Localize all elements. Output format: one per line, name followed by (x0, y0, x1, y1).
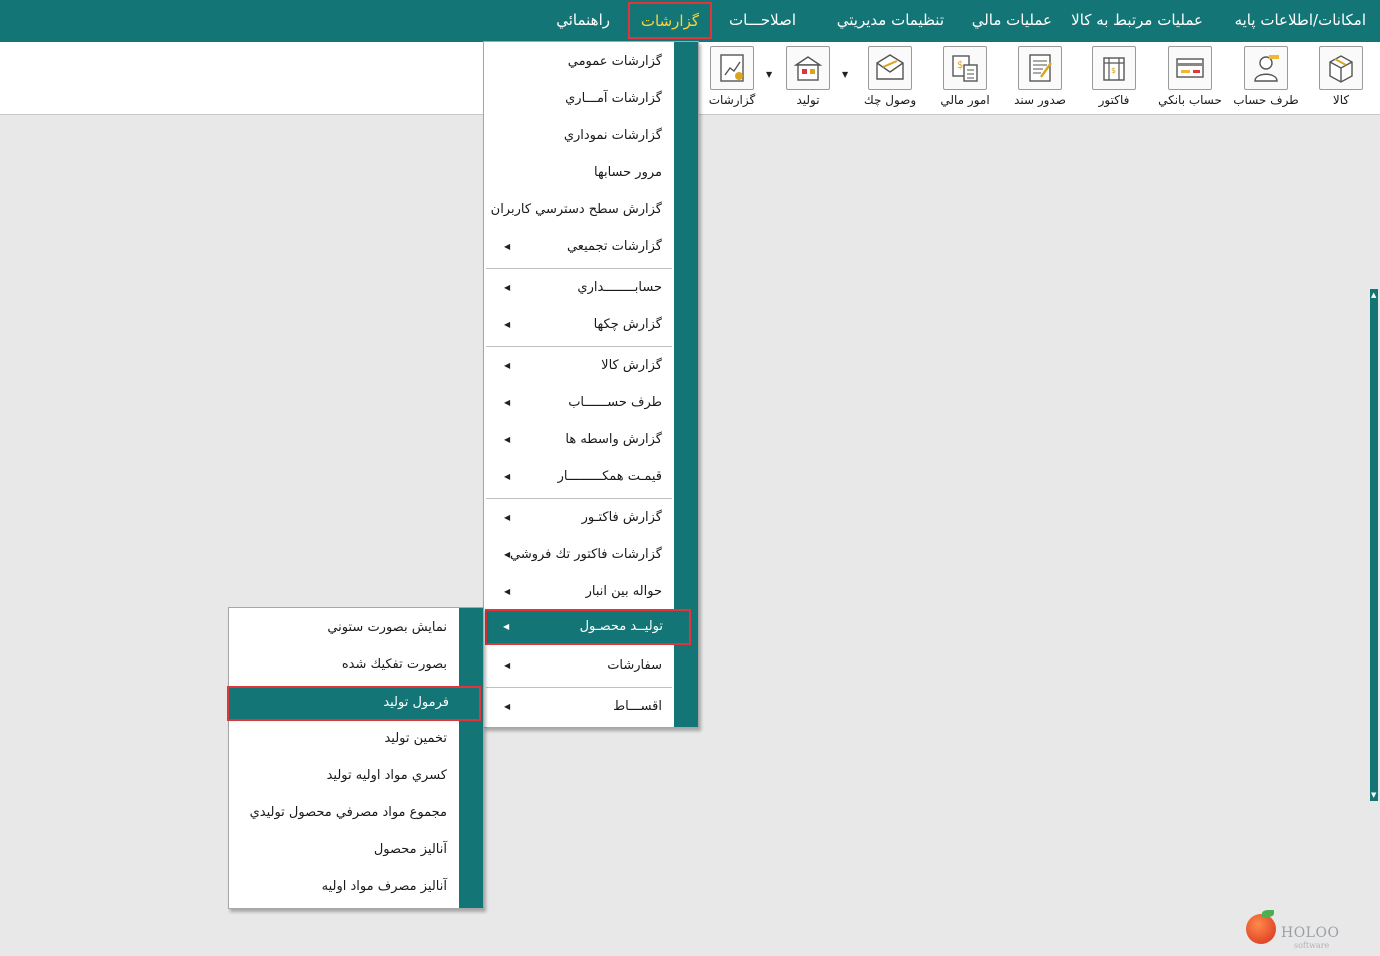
report-chart-icon (710, 46, 754, 90)
main-menubar: امکانات/اطلاعات پايه عمليات مرتبط به کال… (0, 0, 1380, 42)
toolbar-production-label: توليد (796, 93, 820, 107)
menu-item-warehouse-transfer[interactable]: حواله بين انبار ◀ (486, 574, 696, 611)
toolbar-reports-label: گزارشات (708, 93, 756, 107)
submenu-arrow-icon: ◀ (504, 550, 511, 559)
factory-icon (786, 46, 830, 90)
apple-logo-icon (1246, 914, 1276, 944)
submenu-item-product-analysis[interactable]: آناليز محصول (231, 832, 481, 869)
menu-item-accounting[interactable]: حسابــــــــداري ◀ (486, 270, 696, 307)
menu-item-aggregate-reports[interactable]: گزارشات تجميعي ◀ (486, 229, 696, 266)
submenu-arrow-icon: ◀ (504, 702, 511, 711)
submenu-arrow-icon: ◀ (504, 361, 511, 370)
submenu-arrow-icon: ◀ (504, 398, 511, 407)
menu-goods-operations[interactable]: عمليات مرتبط به کالا (1071, 0, 1203, 42)
toolbar-reports-button[interactable]: گزارشات (693, 46, 771, 112)
submenu-arrow-icon: ◀ (504, 472, 511, 481)
submenu-arrow-icon: ◀ (504, 283, 511, 292)
menu-item-broker-report[interactable]: گزارش واسطه ها ◀ (486, 422, 696, 459)
submenu-arrow-icon: ◀ (504, 242, 511, 251)
person-icon (1244, 46, 1288, 90)
submenu-item-itemized-view[interactable]: بصورت تفکيك شده (231, 647, 481, 684)
menu-item-general-reports[interactable]: گزارشات عمومي (486, 44, 696, 81)
submenu-item-production-formula[interactable]: فرمول توليد (227, 686, 481, 721)
toolbar-cheque-collection-button[interactable]: وصول چك (851, 46, 929, 112)
toolbar-invoice-button[interactable]: $ فاکتور (1075, 46, 1153, 112)
submenu-item-production-estimate[interactable]: تخمين توليد (231, 721, 481, 758)
submenu-item-column-view[interactable]: نمايش بصورت ستوني (231, 610, 481, 647)
toolbar-cheque-collection-label: وصول چك (863, 93, 917, 107)
submenu-arrow-icon: ◀ (504, 513, 511, 522)
menu-item-single-sale-invoice-reports[interactable]: گزارشات فاکتور تك فروشي ◀ (486, 537, 696, 574)
submenu-arrow-icon: ◀ (504, 435, 511, 444)
menu-item-installments[interactable]: اقســـاط ◀ (486, 689, 696, 726)
menu-corrections[interactable]: اصلاحـــات (729, 0, 796, 42)
envelope-check-icon (868, 46, 912, 90)
submenu-item-raw-material-shortage[interactable]: کسري مواد اوليه توليد (231, 758, 481, 795)
menu-item-cheque-report[interactable]: گزارش چکها ◀ (486, 307, 696, 344)
submenu-item-total-consumed-materials[interactable]: مجموع مواد مصرفي محصول توليدي (231, 795, 481, 832)
menu-help[interactable]: راهنمائي (556, 0, 610, 42)
menu-item-statistical-reports[interactable]: گزارشات آمـــاري (486, 81, 696, 118)
submenu-item-material-consumption-analysis[interactable]: آناليز مصرف مواد اوليه (231, 869, 481, 906)
toolbar-production-button[interactable]: توليد (769, 46, 847, 112)
toolbar-account-party-button[interactable]: طرف حساب (1227, 46, 1305, 112)
menu-separator (486, 687, 672, 688)
toolbar-bank-account-button[interactable]: حساب بانکي (1151, 46, 1229, 112)
scroll-up-arrow-icon[interactable]: ▲ (1371, 291, 1376, 299)
bank-card-icon (1168, 46, 1212, 90)
menu-item-user-access-report[interactable]: گزارش سطح دسترسي کاربران (486, 192, 696, 229)
leaf-icon (1262, 910, 1274, 917)
toolbar-account-party-label: طرف حساب (1233, 93, 1299, 107)
toolbar-financial-affairs-label: امور مالي (940, 93, 990, 107)
toolbar-issue-document-button[interactable]: صدور سند (1001, 46, 1079, 112)
toolbar-issue-document-label: صدور سند (1014, 93, 1066, 107)
menu-reports[interactable]: گزارشات (627, 2, 712, 39)
menu-item-product-production[interactable]: توليــد محصـول ◀ (485, 609, 691, 645)
toolbar-financial-affairs-button[interactable]: $ امور مالي (926, 46, 1004, 112)
menu-separator (486, 498, 672, 499)
menu-item-account-party[interactable]: طرف حســــــاب ◀ (486, 385, 696, 422)
menu-separator (486, 268, 672, 269)
scroll-down-arrow-icon[interactable]: ▼ (1371, 791, 1376, 799)
svg-text:$: $ (1111, 66, 1116, 75)
menu-management-settings[interactable]: تنظيمات مديريتي (837, 0, 944, 42)
menu-item-orders[interactable]: سفارشات ◀ (486, 648, 696, 685)
menu-separator (486, 346, 672, 347)
menu-basic-info[interactable]: امکانات/اطلاعات پايه (1235, 0, 1366, 42)
menu-item-accounts-review[interactable]: مرور حسابها (486, 155, 696, 192)
toolbar-goods-button[interactable]: کالا (1302, 46, 1380, 112)
right-scroll-strip[interactable]: ▲ ▼ (1370, 289, 1378, 801)
holoo-logo: HOLOO software (1244, 910, 1344, 950)
document-pen-icon (1018, 46, 1062, 90)
menu-item-invoice-report[interactable]: گزارش فاکتـور ◀ (486, 500, 696, 537)
submenu-arrow-icon: ◀ (503, 622, 510, 631)
reports-dropdown-menu: گزارشات عمومي گزارشات آمـــاري گزارشات ن… (483, 41, 699, 728)
svg-text:$: $ (957, 60, 963, 71)
toolbar-goods-label: کالا (1332, 93, 1350, 107)
toolbar-invoice-label: فاکتور (1098, 93, 1130, 107)
menu-item-goods-report[interactable]: گزارش کالا ◀ (486, 348, 696, 385)
toolbar-bank-account-label: حساب بانکي (1158, 93, 1222, 107)
submenu-arrow-icon: ◀ (504, 320, 511, 329)
money-calculator-icon: $ (943, 46, 987, 90)
menu-item-partner-price[interactable]: قيمـت همکـــــــــار ◀ (486, 459, 696, 496)
menu-financial-operations[interactable]: عمليات مالي (972, 0, 1052, 42)
logo-tagline: software (1294, 941, 1330, 950)
submenu-arrow-icon: ◀ (504, 587, 511, 596)
menu-item-chart-reports[interactable]: گزارشات نموداري (486, 118, 696, 155)
submenu-arrow-icon: ◀ (504, 661, 511, 670)
production-submenu: نمايش بصورت ستوني بصورت تفکيك شده فرمول … (227, 607, 484, 909)
logo-name: HOLOO (1281, 925, 1340, 941)
box-icon (1319, 46, 1363, 90)
invoice-basket-icon: $ (1092, 46, 1136, 90)
